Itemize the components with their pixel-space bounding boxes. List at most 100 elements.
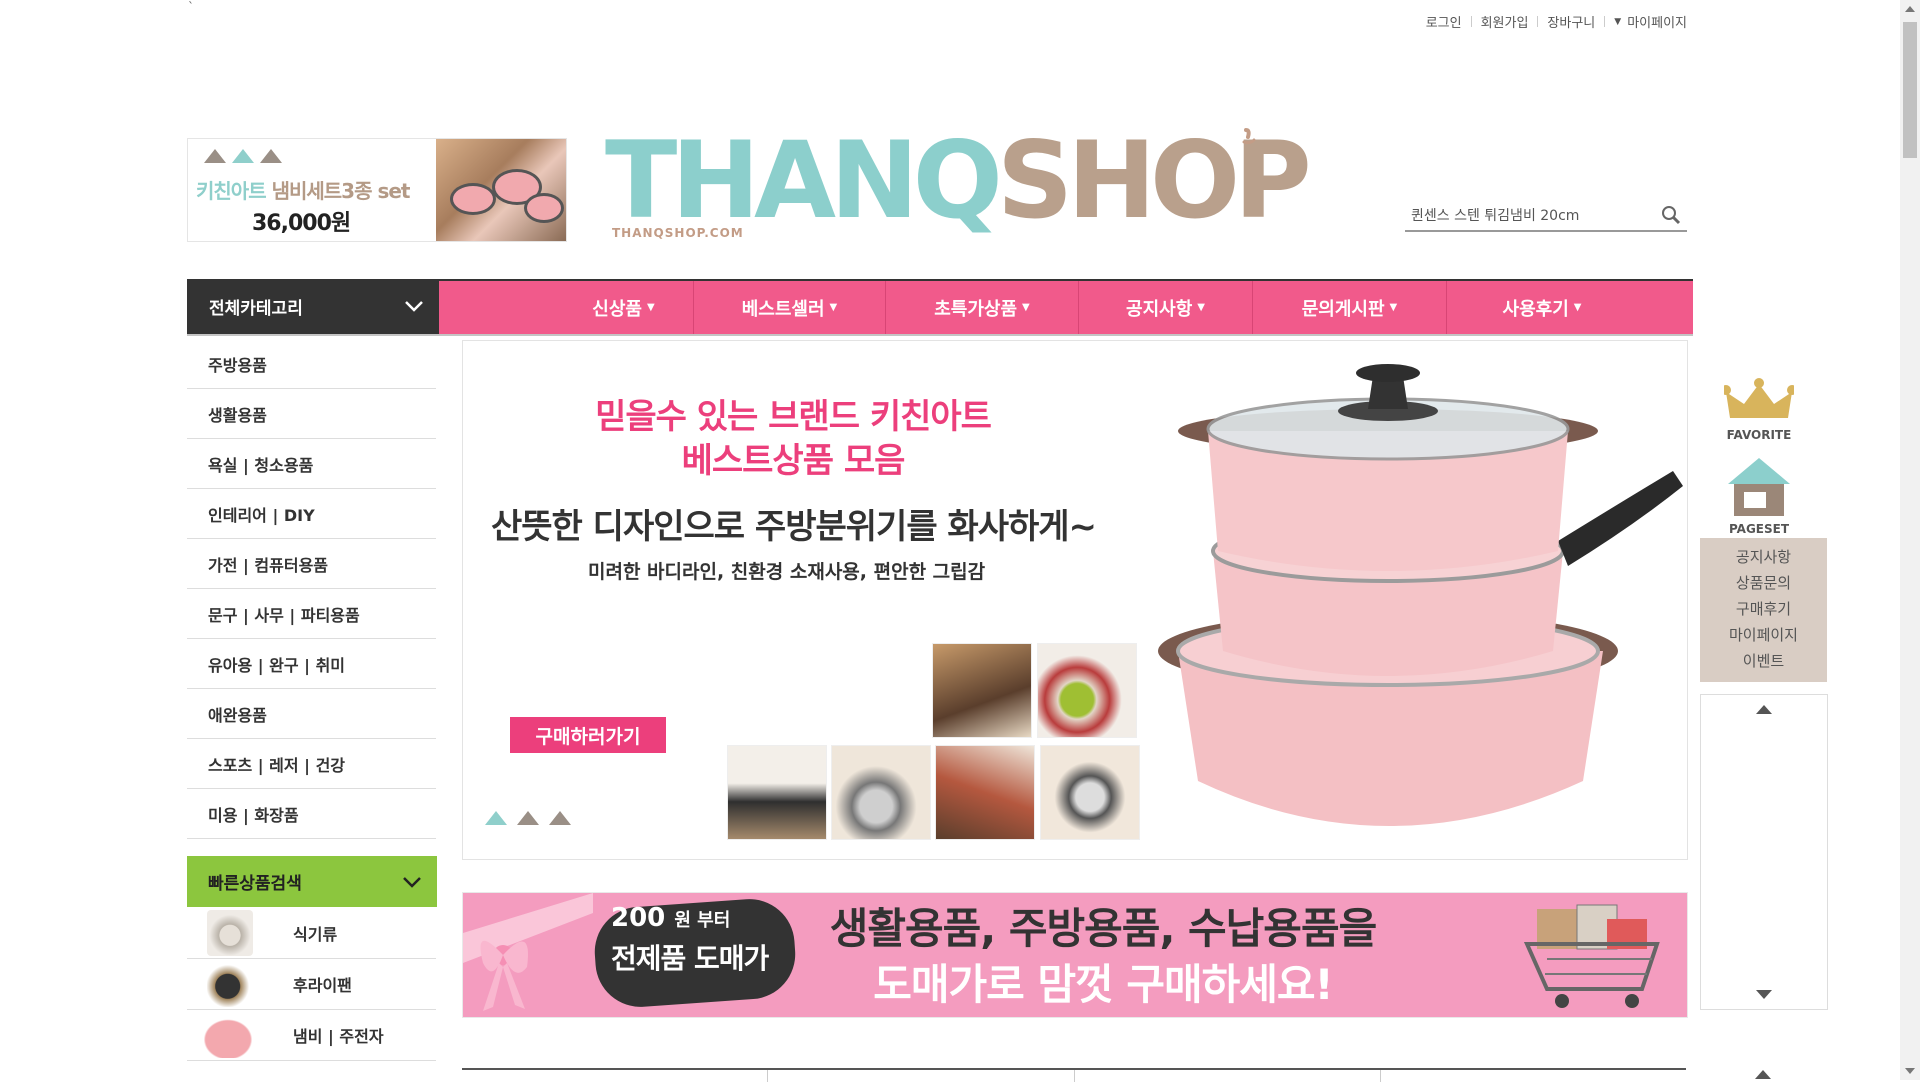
ribbon-icon	[463, 893, 593, 1011]
slider-indicators	[204, 149, 282, 163]
product-thumbnail	[935, 745, 1035, 840]
quick-menu-link[interactable]: 마이페이지	[1729, 622, 1798, 648]
page-scrollbar[interactable]	[1900, 0, 1920, 1080]
slider-indicators	[485, 811, 571, 825]
scrollbar-thumb[interactable]	[1903, 22, 1917, 158]
divider	[1470, 16, 1472, 27]
nav-best[interactable]: 베스트셀러 ▼	[694, 281, 886, 334]
buy-now-button[interactable]: 구매하러가기	[510, 717, 666, 753]
caret-down-icon: ▼	[1573, 302, 1582, 313]
hero-description: 미려한 바디라인, 친환경 소재사용, 편안한 그립감	[588, 561, 986, 583]
search-icon[interactable]	[1661, 205, 1681, 225]
chevron-down-icon	[403, 877, 421, 888]
category-item[interactable]: 미용 | 화장품	[187, 789, 436, 839]
category-item[interactable]: 유아용 | 완구 | 취미	[187, 639, 436, 689]
nav-new[interactable]: 신상품 ▼	[554, 281, 694, 334]
product-thumbnail	[1040, 745, 1140, 840]
caret-down-icon: ▼	[1022, 302, 1030, 313]
promo-title: 키친아트 냄비세트3종 set	[196, 179, 410, 203]
hero-headline: 믿을수 있는 브랜드 키친아트 베스트상품 모음	[595, 397, 992, 481]
promo-banner[interactable]: 키친아트 냄비세트3종 set 36,000원	[187, 138, 567, 242]
divider	[1537, 16, 1539, 27]
product-thumbnail	[727, 745, 827, 840]
recent-items-box	[1700, 694, 1828, 1010]
favorite-button[interactable]: FAVORITE	[1721, 378, 1797, 442]
quick-menu-link[interactable]: 상품문의	[1736, 570, 1791, 596]
scroll-up-arrow-icon[interactable]	[1905, 6, 1915, 12]
nav-special[interactable]: 초특가상품 ▼	[886, 281, 1079, 334]
home-icon	[1728, 458, 1790, 516]
pot-thumbnail	[195, 1012, 261, 1058]
pageset-button[interactable]: PAGESET	[1723, 456, 1795, 536]
quick-menu-link[interactable]: 구매후기	[1736, 596, 1791, 622]
triangle-icon	[260, 149, 282, 163]
quick-item[interactable]: 식기류	[187, 908, 436, 959]
caret-down-icon: ▼	[1197, 302, 1205, 313]
dishes-thumbnail	[207, 910, 253, 956]
hero-banner: 믿을수 있는 브랜드 키친아트 베스트상품 모음 산뜻한 디자인으로 주방분위기…	[462, 340, 1688, 860]
frypan-thumbnail	[207, 961, 253, 1007]
pot-set-image	[1158, 364, 1683, 826]
category-item[interactable]: 애완용품	[187, 689, 436, 739]
category-item[interactable]: 주방용품	[187, 339, 436, 389]
quick-search-header[interactable]: 빠른상품검색	[187, 856, 437, 907]
wholesale-badge: 전제품 도매가	[611, 942, 769, 975]
logo-subtitle: THANQSHOP.COM	[612, 226, 744, 240]
site-logo[interactable]: THANQSHOP	[605, 128, 1312, 234]
triangle-icon	[204, 149, 226, 163]
quick-item[interactable]: 후라이팬	[187, 959, 436, 1010]
promo-image	[436, 139, 566, 241]
wholesale-message: 생활용품, 주방용품, 수납용품을 도매가로 맘껏 구매하세요!	[829, 904, 1377, 1009]
category-item[interactable]: 스포츠 | 레저 | 건강	[187, 739, 436, 789]
category-item[interactable]: 인테리어 | DIY	[187, 489, 436, 539]
hero-subheadline: 산뜻한 디자인으로 주방분위기를 화사하게~	[491, 507, 1097, 547]
logo-accent-icon	[1242, 128, 1256, 145]
triangle-icon[interactable]	[549, 811, 571, 825]
all-categories-button[interactable]: 전체카테고리	[187, 279, 439, 334]
nav-qna[interactable]: 문의게시판 ▼	[1253, 281, 1447, 334]
quick-menu-link[interactable]: 공지사항	[1736, 544, 1791, 570]
quick-menu: 공지사항 상품문의 구매후기 마이페이지 이벤트	[1700, 538, 1827, 682]
mypage-link[interactable]: 마이페이지	[1627, 12, 1687, 31]
category-item[interactable]: 문구 | 사무 | 파티용품	[187, 589, 436, 639]
product-thumbnail	[932, 643, 1032, 738]
triangle-icon[interactable]	[485, 811, 507, 825]
top-links: 로그인 회원가입 장바구니 ▼ 마이페이지	[1426, 12, 1687, 31]
caret-down-icon: ▼	[1614, 16, 1622, 27]
nav-review[interactable]: 사용후기 ▼	[1447, 281, 1637, 334]
crown-icon	[1721, 378, 1797, 418]
caret-down-icon: ▼	[829, 302, 838, 313]
wholesale-banner[interactable]: 200 원 부터 전제품 도매가 생활용품, 주방용품, 수납용품을 도매가로 …	[462, 892, 1688, 1018]
join-link[interactable]: 회원가입	[1481, 12, 1529, 31]
price-from: 200 원 부터	[611, 903, 731, 933]
caret-down-icon: ▼	[646, 302, 655, 313]
caret-down-icon: ▼	[1389, 302, 1398, 313]
all-categories-label: 전체카테고리	[209, 299, 303, 319]
search-input[interactable]	[1405, 201, 1653, 229]
top-arrow-icon[interactable]	[1755, 1070, 1771, 1079]
stray-mark: `	[188, 0, 194, 14]
promo-price: 36,000원	[252, 211, 351, 236]
scroll-up-icon[interactable]	[1756, 705, 1772, 714]
divider	[1604, 16, 1606, 27]
category-list: 주방용품 생활용품 욕실 | 청소용품 인테리어 | DIY 가전 | 컴퓨터용…	[187, 339, 436, 839]
login-link[interactable]: 로그인	[1426, 12, 1462, 31]
category-item[interactable]: 생활용품	[187, 389, 436, 439]
quick-menu-link[interactable]: 이벤트	[1743, 648, 1784, 674]
chevron-down-icon	[405, 301, 423, 312]
quick-search-title: 빠른상품검색	[208, 874, 302, 894]
product-thumbnail	[1037, 643, 1137, 738]
shopping-cart-icon	[1523, 904, 1660, 1008]
product-thumbnail	[831, 745, 931, 840]
cart-link[interactable]: 장바구니	[1547, 12, 1595, 31]
category-item[interactable]: 욕실 | 청소용품	[187, 439, 436, 489]
scroll-down-arrow-icon[interactable]	[1905, 1068, 1915, 1074]
quick-search-list: 식기류 후라이팬 냄비 | 주전자	[187, 908, 436, 1061]
search-box	[1405, 201, 1687, 232]
category-item[interactable]: 가전 | 컴퓨터용품	[187, 539, 436, 589]
scroll-down-icon[interactable]	[1756, 990, 1772, 999]
quick-item[interactable]: 냄비 | 주전자	[187, 1010, 436, 1061]
triangle-icon	[232, 149, 254, 163]
triangle-icon[interactable]	[517, 811, 539, 825]
nav-notice[interactable]: 공지사항 ▼	[1079, 281, 1253, 334]
